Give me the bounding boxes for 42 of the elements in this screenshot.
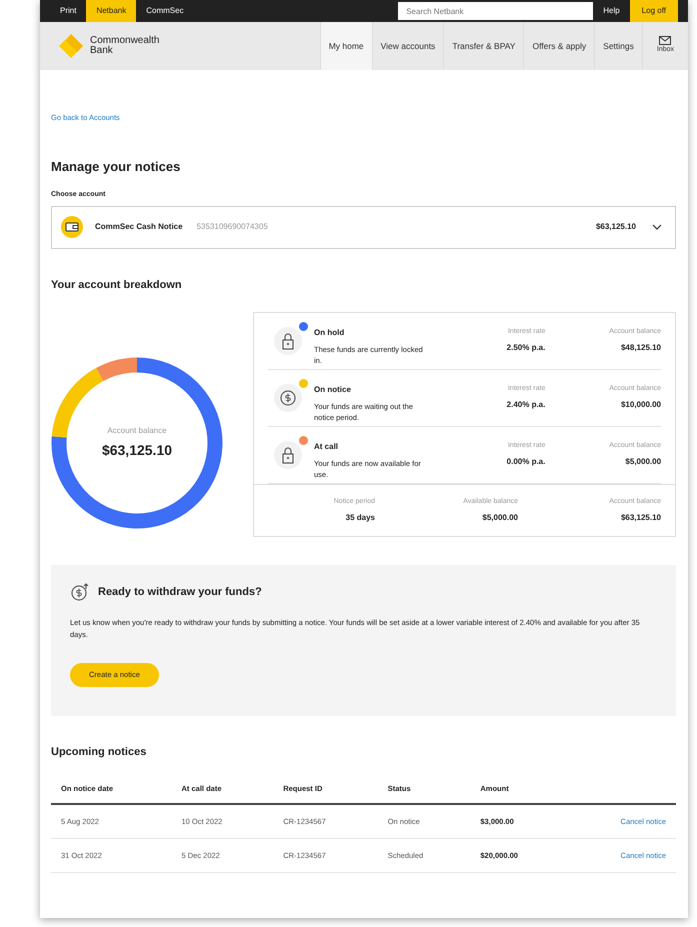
item-title: At call [314, 440, 340, 453]
page-title: Manage your notices [51, 158, 182, 174]
summary-value: $5,000.00 [481, 512, 518, 524]
panel-title: Ready to withdraw your funds? [98, 585, 262, 600]
balance-value: $48,125.10 [620, 342, 662, 354]
section-title: Upcoming notices [51, 746, 148, 760]
nav-tab[interactable]: Transfer & BPAY [443, 22, 524, 70]
mail-icon [659, 36, 672, 46]
padlock-icon [274, 440, 302, 469]
top-link[interactable]: Netbank [86, 0, 136, 22]
summary-value: $63,125.10 [620, 512, 661, 524]
wallet-icon [61, 216, 83, 238]
top-link[interactable]: CommSec [136, 0, 194, 22]
coin-icon [274, 384, 302, 412]
brand-name: Commonwealth Bank [90, 36, 160, 56]
account-select[interactable]: CommSec Cash Notice 5353109690074305 $63,125.10 [51, 206, 676, 249]
balance-value: $5,000.00 [624, 456, 662, 468]
summary-value: 35 days [344, 512, 375, 524]
logo-icon [58, 33, 84, 59]
nav-tab[interactable]: View accounts [372, 22, 444, 70]
top-link[interactable]: Print [50, 0, 86, 22]
chart-label: Account balance [107, 424, 167, 437]
padlock-icon [274, 326, 302, 355]
nav-tab[interactable]: Offers & apply [523, 22, 594, 70]
account-name: CommSec Cash Notice [95, 221, 183, 234]
balance-value: $10,000.00 [620, 399, 662, 412]
rate-value: 0.00% p.a. [506, 456, 546, 468]
section-title: Your account breakdown [51, 278, 183, 292]
account-number: 5353109690074305 [196, 221, 268, 234]
chevron-down-icon [652, 224, 662, 230]
item-title: On notice [314, 384, 352, 396]
rate-value: 2.50% p.a. [506, 342, 546, 354]
coin-icon [70, 583, 90, 602]
log-off-button[interactable]: Log off [630, 0, 678, 22]
nav-tab[interactable]: My home [320, 22, 372, 70]
chart-value: $63,125.10 [102, 440, 172, 460]
help-link[interactable]: Help [593, 5, 630, 17]
account-balance: $63,125.10 [596, 221, 636, 234]
rate-value: 2.40% p.a. [506, 399, 546, 412]
search-field[interactable]: Search Netbank [398, 2, 594, 20]
nav-tab[interactable]: Settings [594, 22, 642, 70]
item-title: On hold [314, 326, 346, 339]
